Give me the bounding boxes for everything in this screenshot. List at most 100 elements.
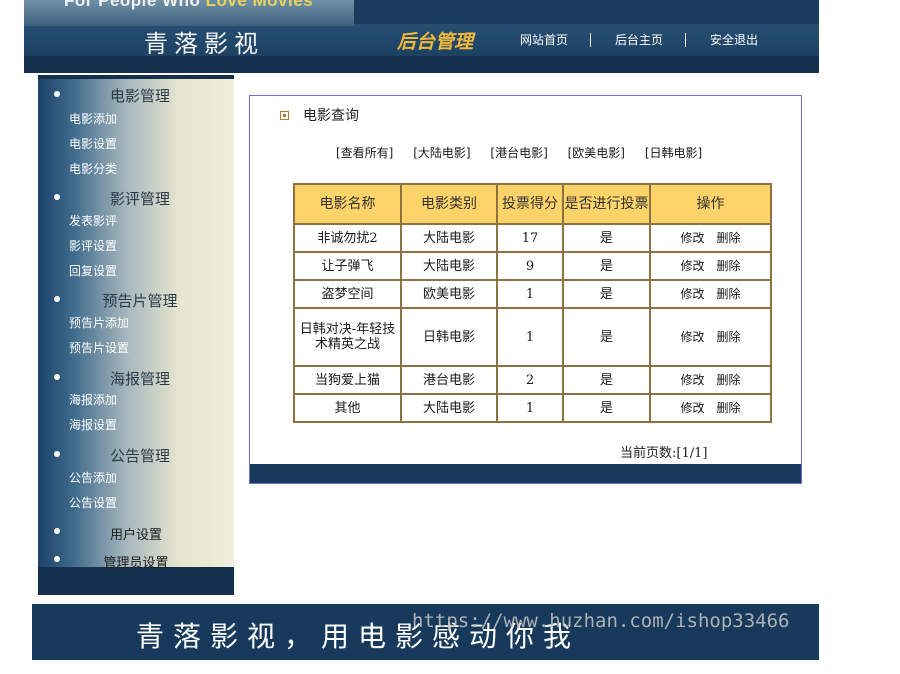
- header-slogan: For People Who Love Movies: [64, 0, 313, 11]
- pagination-status: 当前页数:[1/1]: [620, 446, 708, 461]
- panel-title: 电影查询: [280, 105, 359, 125]
- cell-actions: 修改 删除: [651, 395, 770, 421]
- watermark-text: https://www.huzhan.com/ishop33466: [412, 610, 790, 632]
- sidebar-section-title: 影评管理: [109, 190, 170, 208]
- cell-score: 2: [498, 367, 562, 393]
- cell-score: 1: [498, 309, 562, 365]
- sidebar-item-notice-add[interactable]: 公告添加: [69, 469, 117, 486]
- sidebar-item-movie-category[interactable]: 电影分类: [69, 160, 117, 177]
- admin-title: 后台管理: [397, 31, 474, 53]
- sidebar-item-movie-settings[interactable]: 电影设置: [69, 135, 117, 152]
- cell-score: 17: [498, 225, 562, 251]
- cell-actions: 修改 删除: [651, 367, 770, 393]
- top-nav: 网站首页 后台主页 安全退出: [520, 31, 758, 48]
- site-name: 青落影视: [144, 30, 264, 58]
- sidebar-item-post-review[interactable]: 发表影评: [69, 212, 117, 229]
- sidebar-section-title: 电影管理: [109, 87, 170, 105]
- panel-title-text: 电影查询: [303, 108, 359, 124]
- sidebar-item-trailer-add[interactable]: 预告片添加: [69, 314, 129, 331]
- filter-japan-korea-link[interactable]: [日韩电影]: [645, 146, 702, 160]
- delete-link[interactable]: 删除: [717, 231, 741, 245]
- edit-link[interactable]: 修改: [680, 259, 704, 273]
- nav-separator: [685, 32, 687, 47]
- delete-link[interactable]: 删除: [717, 401, 741, 415]
- delete-link[interactable]: 删除: [717, 330, 741, 344]
- column-header-category: 电影类别: [402, 185, 496, 223]
- cell-score: 1: [498, 281, 562, 307]
- cell-category: 大陆电影: [402, 253, 496, 279]
- edit-link[interactable]: 修改: [680, 373, 704, 387]
- delete-link[interactable]: 删除: [717, 259, 741, 273]
- edit-link[interactable]: 修改: [680, 287, 704, 301]
- slogan-highlight: Love Movies: [205, 0, 314, 10]
- sidebar-item-trailer-settings[interactable]: 预告片设置: [69, 339, 129, 356]
- sidebar-section-poster[interactable]: 海报管理: [38, 363, 234, 388]
- sidebar-section-title: 用户设置: [109, 528, 162, 543]
- sidebar-gradient: [38, 79, 234, 567]
- sidebar-item-notice-settings[interactable]: 公告设置: [69, 494, 117, 511]
- sidebar-item-poster-add[interactable]: 海报添加: [69, 391, 117, 408]
- nav-admin-home-link[interactable]: 后台主页: [615, 31, 663, 48]
- cell-category: 港台电影: [402, 367, 496, 393]
- sidebar-section-title: 预告片管理: [102, 292, 178, 310]
- nav-separator: [590, 32, 592, 47]
- table-row: 当狗爱上猫 港台电影 2 是 修改 删除: [295, 367, 770, 393]
- table-row: 盗梦空间 欧美电影 1 是 修改 删除: [295, 281, 770, 307]
- cell-score: 1: [498, 395, 562, 421]
- header-banner: For People Who Love Movies 青落影视 后台管理 网站首…: [24, 0, 819, 73]
- cell-actions: 修改 删除: [651, 253, 770, 279]
- cell-category: 欧美电影: [402, 281, 496, 307]
- cell-movie-name: 当狗爱上猫: [295, 367, 400, 393]
- sidebar-section-notice[interactable]: 公告管理: [38, 440, 234, 465]
- cell-movie-name: 让子弹飞: [295, 253, 400, 279]
- category-filters: [查看所有] [大陆电影] [港台电影] [欧美电影] [日韩电影]: [336, 144, 718, 161]
- sidebar-section-trailer[interactable]: 预告片管理: [38, 285, 234, 310]
- cell-voting: 是: [564, 225, 649, 251]
- table-row: 让子弹飞 大陆电影 9 是 修改 删除: [295, 253, 770, 279]
- panel-footer-bar: [250, 464, 801, 483]
- table-row: 非诚勿扰2 大陆电影 17 是 修改 删除: [295, 225, 770, 251]
- sidebar-section-movie[interactable]: 电影管理: [38, 80, 234, 105]
- column-header-voting: 是否进行投票: [564, 185, 649, 223]
- cell-actions: 修改 删除: [651, 225, 770, 251]
- cell-voting: 是: [564, 309, 649, 365]
- delete-link[interactable]: 删除: [717, 373, 741, 387]
- sidebar-section-title: 海报管理: [109, 370, 170, 388]
- edit-link[interactable]: 修改: [680, 231, 704, 245]
- square-bullet-icon: [280, 110, 289, 120]
- cell-movie-name: 盗梦空间: [295, 281, 400, 307]
- filter-hktw-link[interactable]: [港台电影]: [490, 146, 547, 160]
- column-header-score: 投票得分: [498, 185, 562, 223]
- sidebar-section-title: 公告管理: [109, 447, 170, 465]
- cell-voting: 是: [564, 253, 649, 279]
- edit-link[interactable]: 修改: [680, 330, 704, 344]
- column-header-actions: 操作: [651, 185, 770, 223]
- sidebar-item-reply-settings[interactable]: 回复设置: [69, 262, 117, 279]
- movie-query-panel: 电影查询 [查看所有] [大陆电影] [港台电影] [欧美电影] [日韩电影] …: [249, 95, 802, 484]
- cell-movie-name: 其他: [295, 395, 400, 421]
- cell-voting: 是: [564, 281, 649, 307]
- edit-link[interactable]: 修改: [680, 401, 704, 415]
- filter-all-link[interactable]: [查看所有]: [336, 146, 393, 160]
- cell-movie-name: 非诚勿扰2: [295, 225, 400, 251]
- filter-western-link[interactable]: [欧美电影]: [568, 146, 625, 160]
- sidebar-item-admin-settings[interactable]: 管理员设置: [38, 545, 234, 571]
- table-row: 日韩对决-年轻技术精英之战 日韩电影 1 是 修改 删除: [295, 309, 770, 365]
- nav-logout-link[interactable]: 安全退出: [710, 31, 758, 48]
- cell-actions: 修改 删除: [651, 309, 770, 365]
- cell-category: 大陆电影: [402, 225, 496, 251]
- sidebar-item-movie-add[interactable]: 电影添加: [69, 110, 117, 127]
- cell-actions: 修改 删除: [651, 281, 770, 307]
- sidebar-item-review-settings[interactable]: 影评设置: [69, 237, 117, 254]
- delete-link[interactable]: 删除: [717, 287, 741, 301]
- table-row: 其他 大陆电影 1 是 修改 删除: [295, 395, 770, 421]
- nav-home-link[interactable]: 网站首页: [520, 31, 568, 48]
- sidebar: 电影管理 电影添加 电影设置 电影分类 影评管理 发表影评 影评设置 回复设置 …: [38, 75, 234, 595]
- sidebar-item-user-settings[interactable]: 用户设置: [38, 517, 234, 543]
- movie-table: 电影名称 电影类别 投票得分 是否进行投票 操作 非诚勿扰2 大陆电影 17 是…: [293, 183, 772, 423]
- filter-mainland-link[interactable]: [大陆电影]: [413, 146, 470, 160]
- slogan-prefix: For People Who: [64, 0, 206, 10]
- sidebar-item-poster-settings[interactable]: 海报设置: [69, 416, 117, 433]
- sidebar-section-review[interactable]: 影评管理: [38, 183, 234, 208]
- cell-category: 大陆电影: [402, 395, 496, 421]
